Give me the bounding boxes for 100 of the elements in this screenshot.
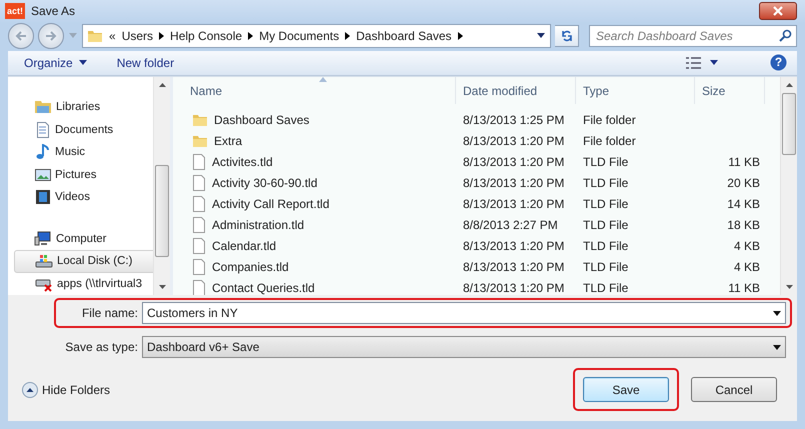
column-header[interactable]: Type [576,77,695,104]
new-folder-button[interactable]: New folder [116,54,174,72]
app-logo: act! [5,3,26,20]
document-icon [192,258,206,274]
column-header[interactable]: Date modified [456,77,576,104]
date-cell-text: 8/13/2013 1:20 PM [462,134,566,148]
chevron-icon [159,32,164,40]
picture-icon [35,166,51,183]
scrollbar-thumb[interactable] [155,165,169,257]
file-name[interactable]: Activity 30-60-90.tld [183,174,456,190]
breadcrumb[interactable]: My Documents [259,28,340,43]
date-cell-text: 8/8/2013 2:27 PM [462,218,559,232]
chevron-icon [345,32,350,40]
file-name[interactable]: Extra [183,132,456,148]
sidebar-item[interactable]: Music [14,140,153,164]
computer-icon [34,230,52,247]
hide-folders-button[interactable]: Hide Folders [22,382,110,398]
sidebar-item[interactable]: apps (\\tlrvirtual3 [14,272,153,295]
breadcrumb-overflow[interactable]: « [109,28,116,43]
sidebar-item[interactable]: Computer [14,228,153,250]
scrollbar[interactable] [780,77,797,295]
document-icon [192,154,206,170]
scrollbar[interactable] [153,77,170,295]
view-list-icon [686,56,702,69]
help-icon [770,54,787,72]
breadcrumb[interactable]: Dashboard Saves [356,28,452,43]
film-icon [35,188,51,205]
column-header[interactable]: Name [183,77,456,104]
field-label: Save as type: [64,340,138,354]
date-cell-text: 8/13/2013 1:20 PM [462,260,566,274]
save-button[interactable]: Save [583,377,669,402]
file-name[interactable]: Activity Call Report.tld [183,196,456,212]
date-cell-text: 8/13/2013 1:20 PM [462,154,566,168]
scroll-down-arrow-icon[interactable] [158,285,166,289]
scroll-up-arrow-icon[interactable] [158,83,166,87]
sidebar-item[interactable]: Local Disk (C:) [14,250,153,273]
file-name[interactable]: Dashboard Saves [183,112,456,128]
column-header[interactable]: Size [695,77,765,104]
organize-menu[interactable]: Organize [24,54,87,72]
file-name[interactable]: Calendar.tld [183,238,456,254]
search-field[interactable]: Search Dashboard Saves [589,24,797,47]
file-name[interactable]: Contact Queries.tld [183,280,456,295]
search-icon [779,28,792,42]
scroll-down-arrow-icon[interactable] [786,285,792,289]
help-button[interactable]: ? [770,54,787,72]
document-icon [192,238,206,254]
type-cell-text: TLD File [582,154,630,168]
type-cell-text: TLD File [582,176,630,190]
close-button[interactable] [759,2,797,20]
type-cell-text: File folder [582,134,637,148]
scroll-up-arrow-icon[interactable] [786,83,792,87]
sort-arrow-icon [319,77,327,82]
collapse-icon [22,382,38,398]
date-cell-text: 8/13/2013 1:20 PM [462,280,566,294]
file-name[interactable]: Activites.tld [183,154,456,170]
caret-icon [69,33,77,38]
back-arrow-icon [15,30,27,42]
caret-icon [78,60,87,66]
size-cell-text: 14 KB [726,196,761,210]
breadcrumb[interactable]: Help Console [170,28,242,43]
document-icon [192,174,206,190]
type-cell-text: TLD File [582,280,630,294]
sidebar-item[interactable]: Videos [14,186,153,208]
window-title: Save As [31,4,76,18]
type-cell-text: TLD File [582,218,630,232]
size-cell-text: 20 KB [726,176,761,190]
refresh-icon [560,28,574,43]
drive-icon [35,253,53,270]
date-cell-text: 8/13/2013 1:20 PM [462,238,566,252]
caret-icon [773,344,781,350]
document-icon [192,196,206,212]
date-cell-text: 8/13/2013 1:20 PM [462,196,566,210]
close-icon [773,6,783,16]
type-cell-text: File folder [582,112,637,126]
music-note-icon [35,144,51,160]
size-cell-text: 4 KB [732,260,761,274]
file-name[interactable]: Administration.tld [183,216,456,232]
file-name-field[interactable]: Customers in NY [142,302,786,324]
caret-icon [710,60,718,66]
size-cell-text: 4 KB [732,238,761,252]
field-label: File name: [80,306,138,320]
document-icon [35,122,51,138]
file-name[interactable]: Companies.tld [183,258,456,274]
sidebar-item[interactable]: Pictures [14,163,153,186]
cancel-button[interactable]: Cancel [691,377,777,402]
date-cell-text: 8/13/2013 1:20 PM [462,176,566,190]
date-cell-text: 8/13/2013 1:25 PM [462,112,566,126]
chevron-icon [458,32,462,40]
scrollbar-thumb[interactable] [782,93,796,155]
size-cell-text: 18 KB [726,218,761,232]
refresh-button[interactable] [555,24,579,47]
type-cell-text: TLD File [582,260,630,274]
size-cell-text: 11 KB [727,280,761,294]
library-folder-icon [34,99,52,116]
sidebar-item[interactable]: Documents [14,118,153,141]
sidebar-item[interactable]: Libraries [14,96,153,118]
save-type-dropdown[interactable]: Dashboard v6+ Save [142,336,786,358]
address-bar[interactable]: « Users Help Console My Documents Dashboard Saves [82,24,551,48]
view-options-button[interactable] [686,54,718,71]
breadcrumb[interactable]: Users [122,28,154,43]
